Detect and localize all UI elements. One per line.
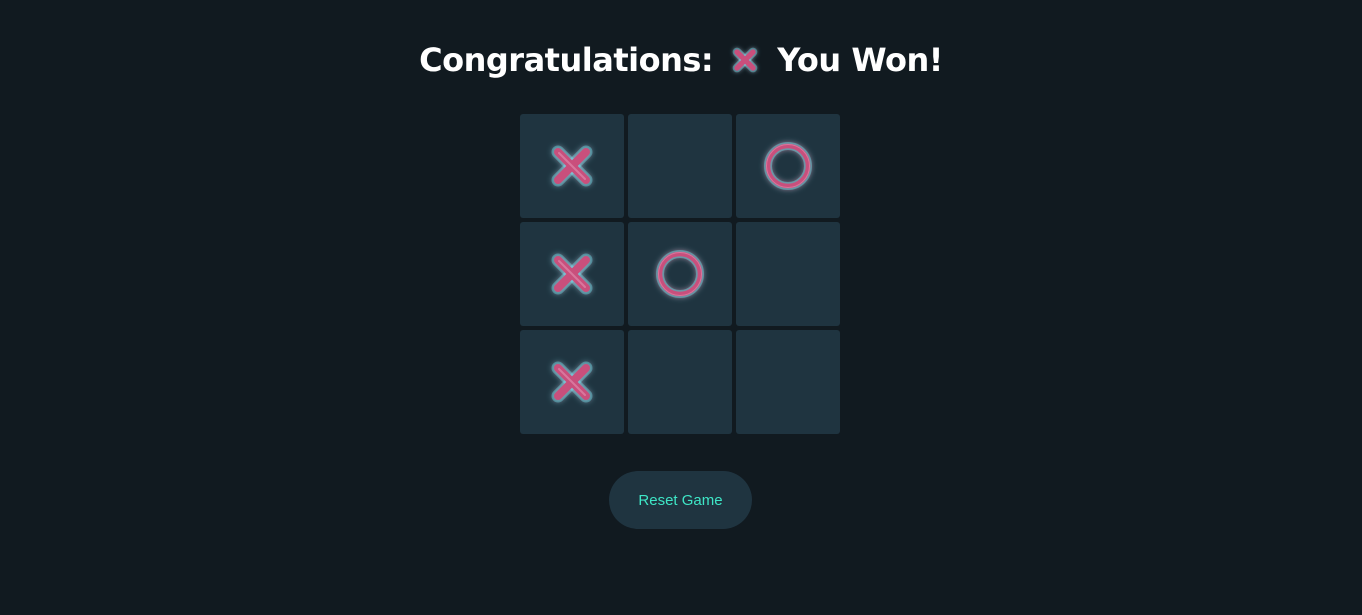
board-cell-7[interactable] bbox=[520, 330, 624, 434]
reset-game-button[interactable]: Reset Game bbox=[609, 471, 752, 529]
status-prefix: Congratulations: bbox=[419, 41, 714, 79]
board-cell-4[interactable] bbox=[520, 222, 624, 326]
x-mark-icon bbox=[551, 145, 593, 187]
board-cell-6[interactable] bbox=[736, 222, 840, 326]
o-mark-icon bbox=[656, 250, 704, 298]
status-suffix: You Won! bbox=[777, 41, 943, 79]
x-mark-icon bbox=[551, 253, 593, 295]
board-cell-3[interactable] bbox=[736, 114, 840, 218]
x-mark-icon bbox=[551, 361, 593, 403]
board-cell-8[interactable] bbox=[628, 330, 732, 434]
board-cell-9[interactable] bbox=[736, 330, 840, 434]
board-cell-5[interactable] bbox=[628, 222, 732, 326]
game-status-heading: Congratulations: You Won! bbox=[0, 34, 1362, 86]
tic-tac-toe-app: Congratulations: You Won! Reset Game bbox=[0, 0, 1362, 615]
winner-x-icon bbox=[729, 44, 761, 76]
board-cell-1[interactable] bbox=[520, 114, 624, 218]
board-cell-2[interactable] bbox=[628, 114, 732, 218]
game-board bbox=[520, 114, 840, 434]
o-mark-icon bbox=[764, 142, 812, 190]
